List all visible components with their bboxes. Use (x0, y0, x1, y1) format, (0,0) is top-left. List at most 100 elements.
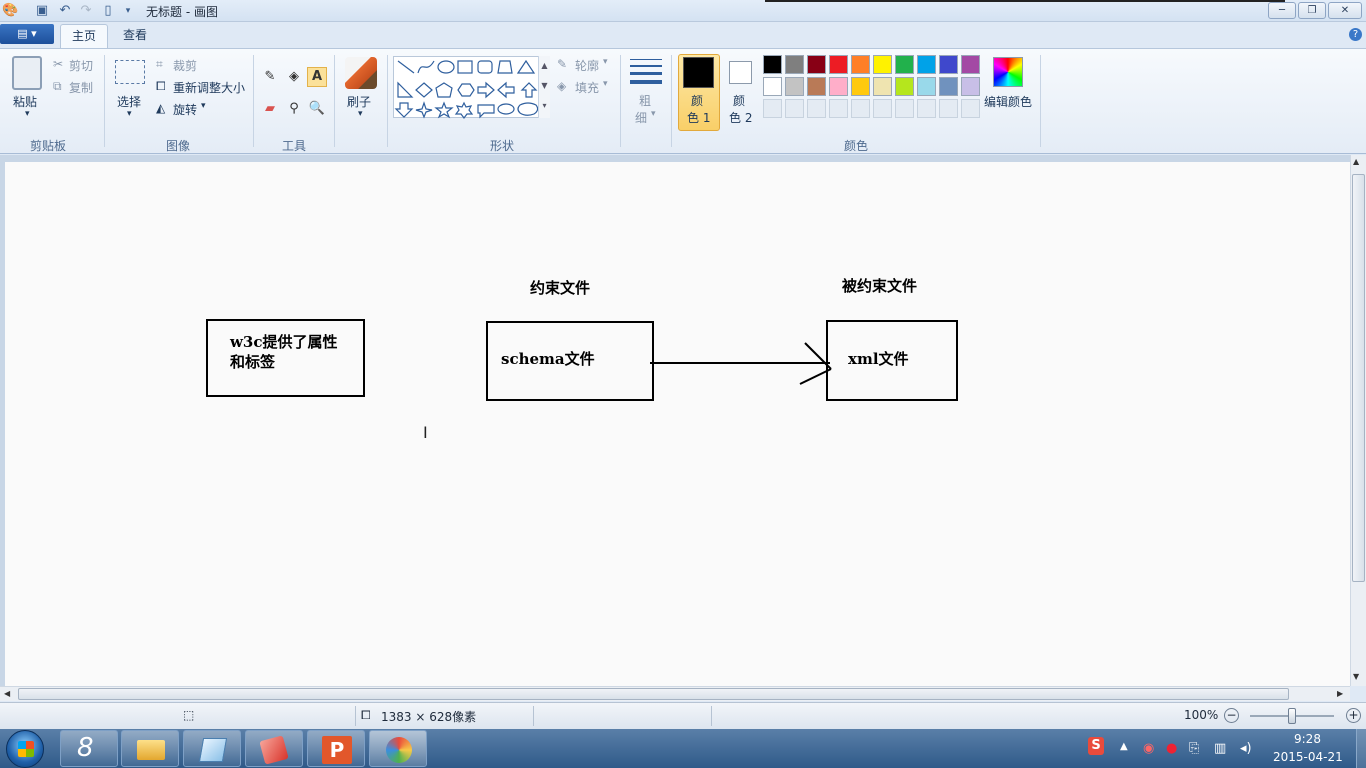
taskbar-app-red[interactable] (245, 730, 303, 767)
customize-toolbar-icon[interactable]: ▾ (120, 3, 136, 19)
resize-icon[interactable]: ⧠ (156, 79, 166, 94)
taskbar-notepad[interactable] (183, 730, 241, 767)
cut-icon[interactable]: ✂ (53, 57, 63, 71)
palette-swatch[interactable] (961, 77, 980, 96)
minimize-button[interactable]: ─ (1268, 2, 1296, 19)
crop-icon[interactable]: ⌗ (156, 57, 163, 72)
start-button[interactable] (6, 730, 44, 768)
paste-icon[interactable] (12, 56, 42, 90)
taskbar-powerpoint[interactable]: P (307, 730, 365, 767)
palette-swatch[interactable] (961, 55, 980, 74)
palette-custom-slot[interactable] (785, 99, 804, 118)
show-desktop-button[interactable] (1356, 729, 1366, 768)
clock-time[interactable]: 9:28 (1294, 732, 1321, 746)
ime-sogou-icon[interactable]: S (1088, 737, 1104, 755)
edit-colors-icon[interactable] (993, 57, 1023, 87)
palette-swatch[interactable] (851, 77, 870, 96)
brush-icon[interactable] (345, 57, 377, 89)
size-label-thick[interactable]: 粗 (639, 92, 651, 109)
palette-custom-slot[interactable] (851, 99, 870, 118)
outline-dropdown-icon[interactable]: ▾ (603, 57, 608, 67)
rotate-dropdown-icon[interactable]: ▾ (201, 101, 206, 111)
drawing-canvas[interactable]: 约束文件 被约束文件 w3c提供了属性 和标签 schema文件 xml文件 I (5, 162, 1350, 686)
restore-button[interactable]: ❐ (1298, 2, 1326, 19)
file-menu-button[interactable]: ▤ ▾ (0, 24, 54, 44)
tray-device-icon[interactable]: ⎘ (1189, 741, 1199, 756)
palette-custom-slot[interactable] (807, 99, 826, 118)
palette-swatch[interactable] (939, 55, 958, 74)
outline-icon[interactable]: ✎ (557, 57, 567, 71)
volume-icon[interactable]: ◂) (1240, 741, 1252, 756)
taskbar-explorer[interactable] (121, 730, 179, 767)
vertical-scroll-thumb[interactable] (1352, 174, 1365, 582)
undo-icon[interactable]: ↶ (57, 3, 73, 19)
fill-button[interactable]: 填充 (575, 79, 599, 96)
show-hidden-icons-icon[interactable]: ▲ (1120, 741, 1128, 752)
new-file-icon[interactable]: ▯ (100, 3, 116, 19)
tray-record-icon[interactable]: ◉ (1143, 741, 1154, 756)
vertical-scrollbar[interactable]: ▲ ▼ (1350, 155, 1366, 686)
palette-custom-slot[interactable] (961, 99, 980, 118)
horizontal-scroll-thumb[interactable] (18, 688, 1289, 700)
eraser-icon[interactable]: ▰ (260, 99, 280, 119)
palette-swatch[interactable] (829, 77, 848, 96)
taskbar-app-8[interactable]: 8 (60, 730, 118, 767)
palette-swatch[interactable] (895, 55, 914, 74)
select-icon[interactable] (115, 60, 145, 84)
palette-custom-slot[interactable] (829, 99, 848, 118)
resize-button[interactable]: 重新调整大小 (173, 79, 245, 96)
palette-swatch[interactable] (939, 77, 958, 96)
palette-custom-slot[interactable] (895, 99, 914, 118)
rotate-icon[interactable]: ◭ (156, 101, 165, 115)
close-button[interactable]: ✕ (1328, 2, 1362, 19)
color-picker-icon[interactable]: ⚲ (284, 99, 304, 119)
select-button[interactable]: 选择 (117, 93, 141, 110)
fill-icon[interactable]: ◈ (557, 79, 566, 93)
palette-custom-slot[interactable] (917, 99, 936, 118)
fill-dropdown-icon[interactable]: ▾ (603, 79, 608, 89)
palette-swatch[interactable] (807, 77, 826, 96)
palette-swatch[interactable] (917, 55, 936, 74)
paint-app-icon[interactable]: 🎨 (2, 3, 18, 19)
color2-label-b[interactable]: 色 2 (729, 109, 752, 126)
palette-custom-slot[interactable] (873, 99, 892, 118)
zoom-slider-thumb[interactable] (1288, 708, 1296, 724)
help-icon[interactable]: ? (1349, 28, 1362, 41)
shapes-scroll-icon[interactable]: ▲ ▼ ▾ (538, 56, 550, 118)
color2-label-a[interactable]: 颜 (733, 92, 745, 109)
palette-swatch[interactable] (873, 55, 892, 74)
magnifier-icon[interactable]: 🔍 (307, 99, 327, 119)
clock-date[interactable]: 2015-04-21 (1273, 750, 1343, 764)
palette-swatch[interactable] (917, 77, 936, 96)
brushes-dropdown-icon[interactable]: ▾ (358, 109, 363, 119)
paste-button[interactable]: 粘贴 (13, 93, 37, 110)
scroll-down-icon[interactable]: ▼ (1353, 672, 1359, 681)
shapes-gallery-icons[interactable] (394, 57, 551, 119)
fill-bucket-icon[interactable]: ◈ (284, 67, 304, 87)
zoom-in-button[interactable]: + (1346, 708, 1361, 723)
network-icon[interactable]: ▥ (1214, 741, 1226, 756)
edit-colors-button[interactable]: 编辑颜色 (984, 93, 1032, 110)
redo-icon[interactable]: ↷ (78, 3, 94, 19)
scroll-right-icon[interactable]: ▶ (1337, 689, 1343, 698)
horizontal-scrollbar[interactable]: ◀ ▶ (0, 686, 1350, 701)
palette-swatch[interactable] (829, 55, 848, 74)
tab-view[interactable]: 查看 (112, 24, 158, 48)
size-lines-icon[interactable] (630, 59, 662, 87)
outline-button[interactable]: 轮廓 (575, 57, 599, 74)
select-dropdown-icon[interactable]: ▾ (127, 109, 132, 119)
palette-swatch[interactable] (807, 55, 826, 74)
pencil-icon[interactable]: ✎ (260, 67, 280, 87)
scroll-up-icon[interactable]: ▲ (1353, 157, 1359, 166)
palette-swatch[interactable] (763, 55, 782, 74)
palette-swatch[interactable] (785, 77, 804, 96)
save-icon[interactable]: ▣ (34, 3, 50, 19)
palette-custom-slot[interactable] (763, 99, 782, 118)
scroll-left-icon[interactable]: ◀ (4, 689, 10, 698)
copy-button[interactable]: 复制 (69, 79, 93, 96)
zoom-out-button[interactable]: − (1224, 708, 1239, 723)
rotate-button[interactable]: 旋转 (173, 101, 197, 118)
brushes-button[interactable]: 刷子 (347, 93, 371, 110)
cut-button[interactable]: 剪切 (69, 57, 93, 74)
palette-swatch[interactable] (785, 55, 804, 74)
